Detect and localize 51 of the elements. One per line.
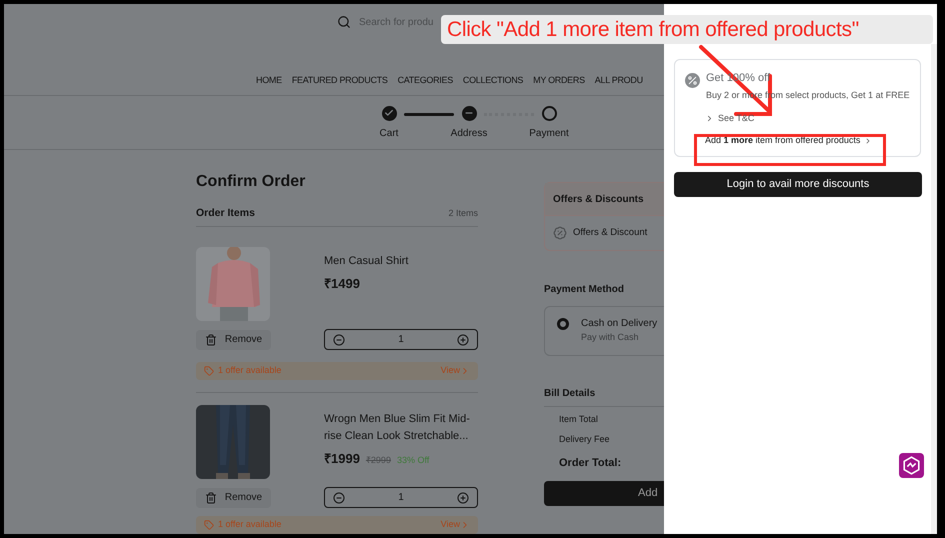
plus-icon[interactable] — [457, 334, 469, 346]
nav-link[interactable]: CATEGORIES — [398, 74, 453, 94]
section-heading: Payment Method — [544, 283, 626, 298]
nav-link[interactable]: COLLECTIONS — [462, 74, 524, 94]
offer-text: 1 offer available — [218, 518, 282, 532]
trash-icon — [204, 334, 217, 346]
radio-button[interactable] — [557, 318, 569, 330]
remove-button[interactable]: Remove — [196, 488, 271, 508]
nav-link[interactable]: HOME — [256, 74, 282, 94]
offer-text: 1 offer available — [218, 364, 282, 378]
step-label: Payment — [529, 126, 569, 140]
tag-icon — [204, 366, 214, 376]
tag-icon — [204, 520, 214, 530]
step-label: Address — [450, 126, 488, 140]
order-total-label: Order Total: — [558, 456, 622, 472]
minus-icon[interactable] — [333, 492, 345, 504]
discount-badge-icon — [685, 73, 700, 88]
section-heading: Order Items — [196, 206, 255, 222]
quantity-value: 1 — [398, 491, 404, 505]
app-logo-icon — [899, 453, 924, 478]
remove-button[interactable]: Remove — [196, 330, 271, 350]
trash-icon — [204, 492, 217, 504]
product-name: Wrogn Men Blue Slim Fit Mid-rise Clean Look Stretchable... — [324, 412, 471, 444]
annotation-text: Click "Add 1 more item from offered products" — [447, 16, 859, 43]
product-name: Men Casual Shirt — [324, 254, 410, 269]
offers-link[interactable]: Offers & Discount — [573, 226, 648, 240]
option-subtitle: Pay with Cash — [581, 331, 640, 344]
product-price: ₹1499 — [324, 275, 360, 293]
product-price: ₹1999 — [324, 450, 360, 468]
page-title: Confirm Order — [196, 172, 306, 192]
quantity-stepper[interactable]: 1 — [324, 329, 478, 350]
bill-label: Item Total — [558, 413, 599, 426]
plus-icon[interactable] — [457, 492, 469, 504]
item-count: 2 Items — [448, 207, 478, 220]
minus-icon[interactable] — [333, 334, 345, 346]
add-button[interactable]: Add — [544, 480, 664, 506]
chevron-icon — [705, 114, 714, 123]
quantity-value: 1 — [398, 333, 404, 347]
login-button[interactable]: Login to avail more discounts — [674, 172, 922, 196]
nav-link[interactable]: MY ORDERS — [533, 74, 585, 94]
discount-text: 33% Off — [396, 454, 430, 467]
quantity-stepper[interactable]: 1 — [324, 487, 478, 508]
search-icon — [337, 15, 351, 29]
card-title: Offers & Discounts — [553, 192, 644, 207]
nav-link[interactable]: ALL PRODU — [594, 74, 643, 94]
option-label: Cash on Delivery — [581, 317, 658, 332]
bill-label: Delivery Fee — [558, 432, 611, 446]
step-label: Cart — [380, 126, 398, 140]
nav-link[interactable]: FEATURED PRODUCTS — [292, 74, 388, 94]
discount-badge-icon — [553, 226, 567, 240]
offer-progress-link[interactable]: Add 1 more item from offered products — [705, 134, 860, 148]
